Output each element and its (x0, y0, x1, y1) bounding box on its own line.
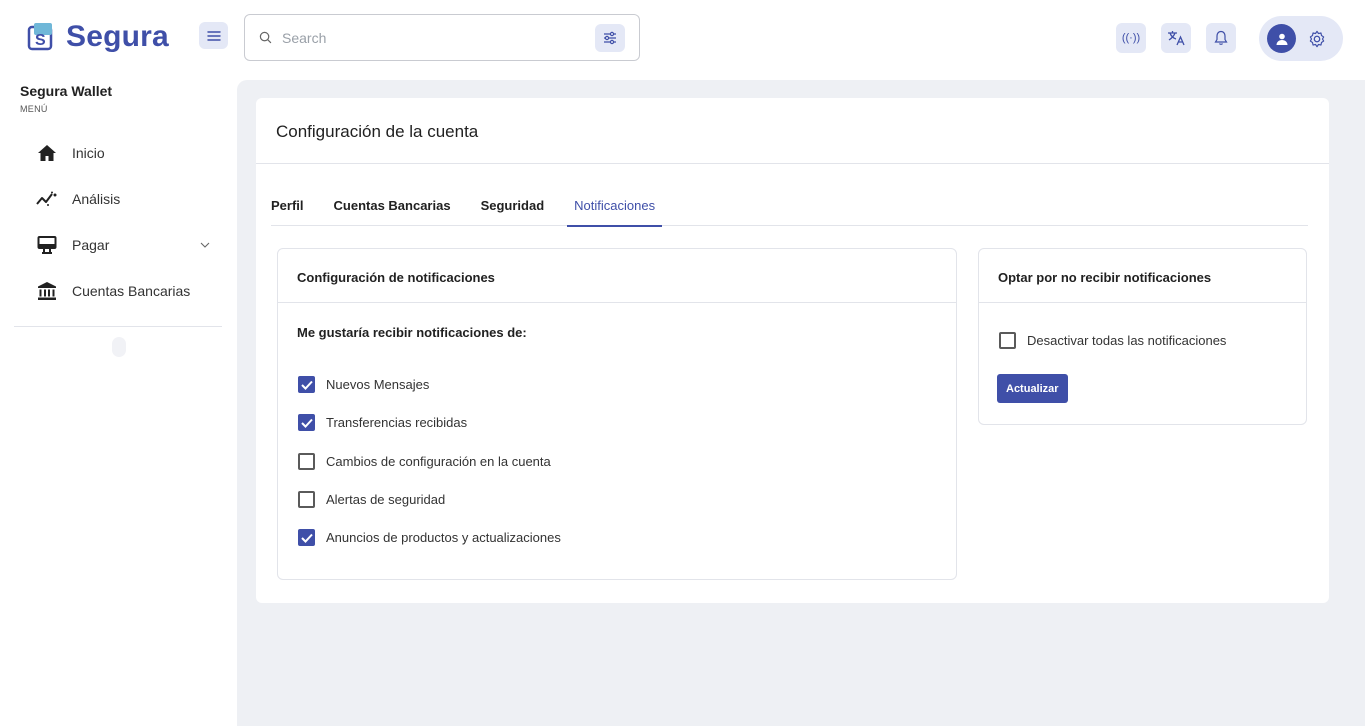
payment-icon (36, 234, 58, 256)
gear-icon[interactable] (1308, 30, 1326, 48)
panel-title: Configuración de notificaciones (278, 249, 956, 303)
option-label: Anuncios de productos y actualizaciones (326, 530, 561, 545)
tab-notificaciones[interactable]: Notificaciones (567, 188, 663, 227)
option-transferencias-recibidas[interactable]: Transferencias recibidas (298, 414, 467, 431)
checkbox[interactable] (298, 376, 315, 393)
svg-text:S: S (35, 32, 46, 49)
checkbox[interactable] (298, 453, 315, 470)
sidebar-divider (14, 326, 222, 327)
tab-perfil[interactable]: Perfil (271, 188, 304, 226)
page-title: Configuración de la cuenta (276, 122, 479, 141)
app-logo[interactable]: S Segura (26, 20, 169, 54)
divider (256, 163, 1329, 164)
menu-section-label: MENÚ (20, 104, 48, 114)
optout-panel: Optar por no recibir notificaciones Desa… (978, 248, 1307, 425)
sidebar: Segura Wallet MENÚ Inicio Análisis Pagar (0, 80, 237, 726)
notification-settings-panel: Configuración de notificaciones Me gusta… (277, 248, 957, 580)
avatar[interactable] (1267, 24, 1296, 53)
notifications-button[interactable] (1206, 23, 1236, 53)
hamburger-icon (206, 30, 221, 41)
sidebar-scrollbar[interactable] (112, 337, 126, 357)
option-alertas-seguridad[interactable]: Alertas de seguridad (298, 491, 445, 508)
user-menu[interactable] (1259, 16, 1343, 61)
settings-tabs: Perfil Cuentas Bancarias Seguridad Notif… (271, 188, 1308, 227)
checkbox[interactable] (999, 332, 1016, 349)
chevron-down-icon (200, 242, 210, 248)
sidebar-item-label: Cuentas Bancarias (72, 283, 191, 299)
sidebar-item-label: Inicio (72, 145, 105, 161)
tab-cuentas-bancarias[interactable]: Cuentas Bancarias (334, 188, 451, 226)
account-settings-card: Configuración de la cuenta Perfil Cuenta… (256, 98, 1329, 603)
bank-icon (36, 280, 58, 302)
bell-icon (1214, 30, 1228, 45)
checkbox[interactable] (298, 529, 315, 546)
filter-sliders-icon (604, 31, 616, 44)
search-filter-button[interactable] (595, 23, 625, 52)
sidebar-item-label: Análisis (72, 191, 121, 207)
option-label: Cambios de configuración en la cuenta (326, 454, 551, 469)
analytics-icon (36, 188, 58, 210)
translate-icon (1168, 31, 1185, 46)
option-label: Transferencias recibidas (326, 415, 468, 430)
check-icon (300, 380, 313, 390)
checkbox[interactable] (298, 491, 315, 508)
option-label: Desactivar todas las notificaciones (1027, 333, 1227, 348)
search-bar (244, 14, 640, 61)
menu-toggle-button[interactable] (199, 22, 228, 49)
panel-title: Optar por no recibir notificaciones (979, 249, 1306, 303)
check-icon (300, 418, 313, 428)
check-icon (300, 533, 313, 543)
search-icon (259, 31, 272, 44)
option-label: Nuevos Mensajes (326, 377, 430, 392)
disable-all-notifications[interactable]: Desactivar todas las notificaciones (999, 332, 1226, 349)
sidebar-item-analisis[interactable]: Análisis (36, 184, 216, 214)
sidebar-item-cuentas-bancarias[interactable]: Cuentas Bancarias (36, 276, 216, 306)
translate-button[interactable] (1161, 23, 1191, 53)
user-icon (1276, 33, 1287, 45)
option-anuncios-productos[interactable]: Anuncios de productos y actualizaciones (298, 529, 561, 546)
app-name: Segura (66, 20, 169, 53)
wallet-name: Segura Wallet (20, 83, 113, 99)
sidebar-item-label: Pagar (72, 237, 110, 253)
option-nuevos-mensajes[interactable]: Nuevos Mensajes (298, 376, 429, 393)
option-cambios-configuracion[interactable]: Cambios de configuración en la cuenta (298, 453, 551, 470)
search-input[interactable] (282, 29, 595, 46)
logo-icon: S (27, 23, 53, 51)
tab-seguridad[interactable]: Seguridad (481, 188, 545, 226)
option-label: Alertas de seguridad (326, 492, 446, 507)
home-icon (36, 142, 58, 164)
checkbox[interactable] (298, 414, 315, 431)
broadcast-button[interactable]: ((·)) (1116, 23, 1146, 53)
broadcast-icon: ((·)) (1121, 32, 1141, 44)
update-button[interactable]: Actualizar (997, 374, 1068, 403)
panel-subtitle: Me gustaría recibir notificaciones de: (297, 325, 527, 340)
sidebar-item-pagar[interactable]: Pagar (36, 230, 216, 260)
sidebar-item-inicio[interactable]: Inicio (36, 138, 216, 168)
